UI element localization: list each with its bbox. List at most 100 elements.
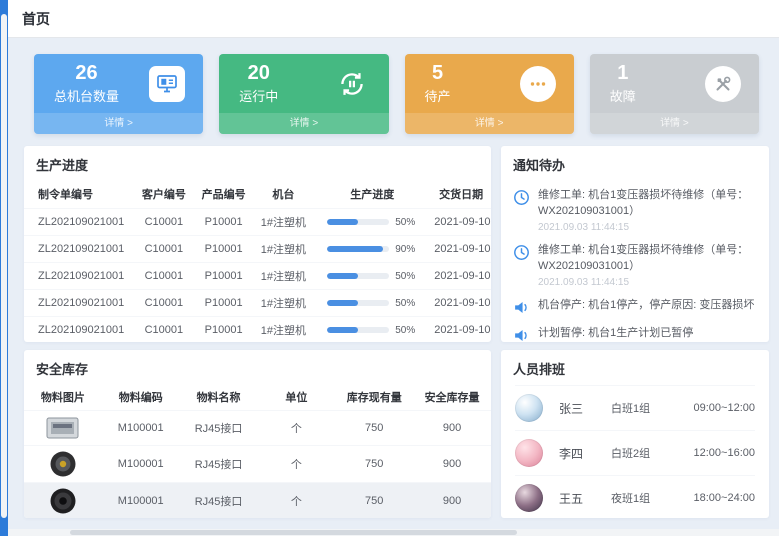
column-header: 物料图片 — [24, 385, 102, 411]
cell-product-no: P10001 — [194, 317, 254, 343]
cell-stock: 750 — [335, 483, 413, 519]
cell-machine: 1#注塑机 — [254, 317, 314, 343]
progress-bar — [327, 300, 389, 306]
cell-machine: 1#注塑机 — [254, 263, 314, 290]
staff-time: 12:00~16:00 — [694, 447, 755, 459]
table-row: ZL202109021001 C10001 P10001 1#注塑机 50% 2… — [24, 263, 491, 290]
topbar: 首页 — [8, 0, 779, 38]
progress-bar-fill — [327, 219, 358, 225]
horizontal-scrollbar-thumb[interactable] — [70, 530, 517, 535]
notice-item[interactable]: 维修工单: 机台1变压器损坏待维修（单号：WX202109031001） 202… — [513, 238, 757, 293]
notice-item[interactable]: 维修工单: 机台1变压器损坏待维修（单号：WX202109031001） 202… — [513, 183, 757, 238]
staff-shift: 白班2组 — [611, 445, 683, 461]
panel-title: 人员排班 — [501, 350, 769, 385]
notice-text: 计划暂停: 机台1生产计划已暂停 — [538, 326, 757, 342]
sidebar-scrollbar-thumb[interactable] — [1, 14, 7, 518]
stat-detail-link[interactable]: 详情 > — [219, 113, 388, 134]
table-row: ZL202109021001 C10001 P10001 1#注塑机 50% 2… — [24, 290, 491, 317]
stat-detail-link[interactable]: 详情 > — [590, 113, 759, 134]
cell-material-image — [24, 483, 102, 519]
cell-delivery-date: 2021-09-10 — [431, 209, 491, 236]
notice-item[interactable]: 计划暂停: 机台1生产计划已暂停 2021.09.03 11:44:15 — [513, 321, 757, 342]
table-row: ZL202109021001 C10001 P10001 1#注塑机 50% 2… — [24, 209, 491, 236]
table-row: M100001 RJ45接口 个 750 900 — [24, 483, 491, 519]
dashboard-root: 首页 26 总机台数量 — [8, 0, 779, 536]
cell-product-no: P10001 — [194, 209, 254, 236]
stat-value: 20 — [239, 62, 278, 85]
table-header-row: 物料图片 物料编码 物料名称 单位 库存现有量 安全库存量 — [24, 385, 491, 411]
stat-detail-link[interactable]: 详情 > — [405, 113, 574, 134]
clock-icon — [513, 189, 530, 206]
column-header: 生产进度 — [313, 181, 431, 209]
column-header: 产品编号 — [194, 181, 254, 209]
progress-label: 90% — [395, 244, 417, 255]
stat-cards-row: 26 总机台数量 详情 > — [34, 54, 759, 134]
cell-customer-no: C10001 — [134, 263, 194, 290]
stat-value: 5 — [425, 62, 451, 85]
cell-progress: 90% — [313, 236, 431, 263]
progress-bar-fill — [327, 327, 358, 333]
stat-label: 总机台数量 — [54, 86, 119, 105]
table-row: ZL202109021001 C10001 P10001 1#注塑机 50% 2… — [24, 317, 491, 343]
round-connector-image — [48, 450, 78, 478]
tab-home[interactable]: 首页 — [22, 9, 50, 29]
panel-notices: 通知待办 维修工单: 机台1变压器损坏待维修（单号：WX202109031001… — [501, 146, 769, 342]
cell-material-name: RJ45接口 — [180, 446, 258, 483]
stat-value: 26 — [54, 62, 119, 85]
column-header: 库存现有量 — [335, 385, 413, 411]
cell-safety-stock: 900 — [413, 446, 491, 483]
horizontal-scrollbar[interactable] — [8, 529, 779, 536]
table-row: M100001 RJ45接口 个 750 900 — [24, 411, 491, 446]
stat-card-running: 20 运行中 详情 > — [219, 54, 388, 134]
progress-bar-fill — [327, 273, 358, 279]
column-header: 物料名称 — [180, 385, 258, 411]
cell-machine: 1#注塑机 — [254, 236, 314, 263]
cell-material-code: M100001 — [102, 483, 180, 519]
table-row: M100001 RJ45接口 个 750 900 — [24, 446, 491, 483]
cell-machine: 1#注塑机 — [254, 290, 314, 317]
progress-bar — [327, 327, 389, 333]
progress-label: 50% — [395, 271, 417, 282]
progress-bar — [327, 246, 389, 252]
column-header: 交货日期 — [431, 181, 491, 209]
cell-material-name: RJ45接口 — [180, 411, 258, 446]
cell-progress: 50% — [313, 317, 431, 343]
avatar — [515, 394, 543, 422]
speaker-image — [48, 487, 78, 515]
cell-product-no: P10001 — [194, 263, 254, 290]
stat-card-waiting: 5 待产 详情 > — [405, 54, 574, 134]
cell-delivery-date: 2021-09-10 — [431, 236, 491, 263]
notice-list: 维修工单: 机台1变压器损坏待维修（单号：WX202109031001） 202… — [501, 181, 769, 342]
stat-detail-link[interactable]: 详情 > — [34, 113, 203, 134]
progress-bar — [327, 219, 389, 225]
column-header: 物料编码 — [102, 385, 180, 411]
stat-label: 运行中 — [239, 86, 278, 105]
machine-monitor-icon — [149, 66, 185, 102]
progress-label: 50% — [395, 325, 417, 336]
column-header: 机台 — [254, 181, 314, 209]
cell-unit: 个 — [257, 483, 335, 519]
table-row: ZL202109021001 C10001 P10001 1#注塑机 90% 2… — [24, 236, 491, 263]
stat-card-fault: 1 故障 详情 > — [590, 54, 759, 134]
production-table: 制令单编号 客户编号 产品编号 机台 生产进度 交货日期 ZL202109021… — [24, 181, 491, 342]
cell-delivery-date: 2021-09-10 — [431, 317, 491, 343]
notice-item[interactable]: 机台停产: 机台1停产，停产原因: 变压器损坏 — [513, 293, 757, 321]
inventory-table: 物料图片 物料编码 物料名称 单位 库存现有量 安全库存量 — [24, 385, 491, 518]
column-header: 安全库存量 — [413, 385, 491, 411]
stat-label: 待产 — [425, 86, 451, 105]
staff-shift: 夜班1组 — [611, 490, 683, 506]
staff-shift: 白班1组 — [611, 400, 683, 416]
table-header-row: 制令单编号 客户编号 产品编号 机台 生产进度 交货日期 — [24, 181, 491, 209]
cell-stock: 750 — [335, 446, 413, 483]
content-area: 26 总机台数量 详情 > — [8, 38, 779, 529]
cell-machine: 1#注塑机 — [254, 209, 314, 236]
notice-time: 2021.09.03 11:44:15 — [538, 277, 757, 288]
panel-production-progress: 生产进度 制令单编号 客户编号 产品编号 机台 生产进度 交货日期 — [24, 146, 491, 342]
avatar — [515, 439, 543, 467]
cell-customer-no: C10001 — [134, 317, 194, 343]
staff-row: 张三 白班1组 09:00~12:00 — [515, 385, 755, 430]
panel-title: 安全库存 — [24, 350, 491, 385]
column-header: 单位 — [257, 385, 335, 411]
notice-text: 机台停产: 机台1停产，停产原因: 变压器损坏 — [538, 298, 757, 314]
progress-label: 50% — [395, 217, 417, 228]
